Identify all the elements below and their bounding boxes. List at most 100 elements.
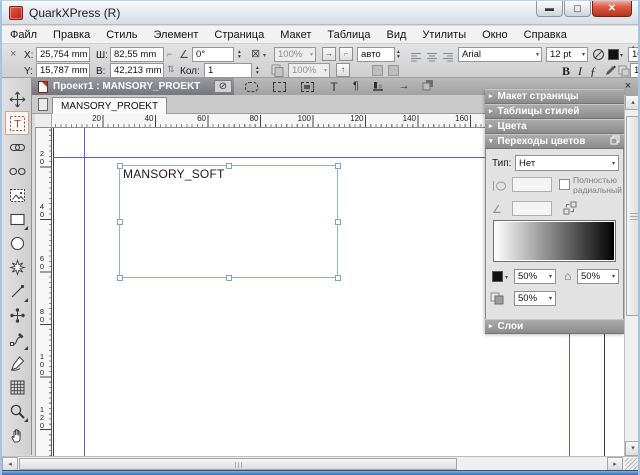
gradient-type-combo[interactable]: Нет▾ — [515, 155, 619, 171]
columns-field[interactable]: 1 — [204, 63, 252, 78]
unlinking-tool[interactable] — [5, 159, 29, 183]
linking-tool[interactable] — [5, 135, 29, 159]
menu-edit[interactable]: Правка — [45, 28, 98, 42]
rectangle-box-tool[interactable] — [5, 207, 29, 231]
shade1-combo[interactable]: 50%▾ — [514, 269, 556, 284]
shade3-combo[interactable]: 50%▾ — [514, 291, 556, 306]
box-scale-combo[interactable]: 100%▾ — [274, 47, 316, 62]
bezier-pen-tool[interactable] — [5, 327, 29, 351]
layout-tab[interactable]: MANSORY_PROEKT — [52, 97, 167, 114]
menu-help[interactable]: Справка — [516, 28, 575, 42]
selected-text-box[interactable]: MANSORY_SOFT — [119, 165, 338, 278]
scroll-down-button[interactable]: ▾ — [625, 441, 640, 456]
selection-handle-nw[interactable] — [117, 163, 123, 169]
selection-handle-se[interactable] — [335, 275, 341, 281]
menu-view[interactable]: Вид — [379, 28, 415, 42]
baseline-grid-button[interactable] — [369, 80, 387, 93]
section-layers[interactable]: ▸ Слои — [485, 319, 624, 334]
menu-style[interactable]: Стиль — [98, 28, 145, 42]
palette-handle-icon[interactable]: × — [10, 49, 16, 60]
panel-menu-icon[interactable] — [610, 135, 620, 148]
maximize-button[interactable]: ▢ — [564, 1, 591, 17]
selection-handle-w[interactable] — [117, 219, 123, 225]
menu-file[interactable]: Файл — [2, 28, 45, 42]
box-arrow-icon[interactable]: → — [322, 47, 336, 61]
view-scale-combo[interactable]: 100% — [630, 63, 640, 78]
align-right-icon[interactable] — [442, 49, 454, 67]
selection-handle-sw[interactable] — [117, 275, 123, 281]
section-gradients[interactable]: ▾ Переходы цветов — [485, 134, 624, 149]
font-size-combo[interactable]: 12 pt▾ — [546, 47, 588, 62]
scroll-up-button[interactable]: ▴ — [625, 95, 640, 110]
zoom-tool[interactable] — [5, 399, 29, 423]
picture-scale-combo[interactable]: 100%▾ — [288, 63, 330, 78]
horizontal-scroll-thumb[interactable] — [19, 458, 457, 470]
box-frame-dropdown-icon[interactable]: ▾ — [263, 53, 266, 59]
full-radial-checkbox[interactable] — [559, 179, 570, 190]
selection-handle-ne[interactable] — [335, 163, 341, 169]
gradient-color1-swatch[interactable] — [492, 271, 503, 282]
toolbar-overflow-icon[interactable]: ▴ — [632, 45, 635, 50]
leading-stepper[interactable]: ▴▾ — [397, 47, 400, 62]
leading-combo[interactable]: авто — [357, 47, 395, 62]
text-content-tool[interactable]: T — [5, 111, 29, 135]
paragraph-button[interactable]: ¶ — [347, 80, 365, 93]
selection-handle-n[interactable] — [226, 163, 232, 169]
table-tool[interactable] — [5, 375, 29, 399]
rotation-stepper[interactable]: ▴▾ — [238, 47, 241, 62]
height-field[interactable]: 42,213 mm — [110, 63, 164, 78]
text-box-content[interactable]: MANSORY_SOFT — [123, 167, 225, 181]
section-style-sheets[interactable]: ▸ Таблицы стилей — [485, 104, 624, 119]
no-content-mode-button[interactable]: ⊘ — [214, 80, 232, 93]
menu-item[interactable]: Элемент — [146, 28, 207, 42]
next-view-button[interactable]: → — [395, 80, 413, 93]
box-up-arrow-icon[interactable]: ↑ — [336, 63, 350, 77]
scroll-left-button[interactable]: ◂ — [2, 457, 18, 471]
menu-layout[interactable]: Макет — [272, 28, 319, 42]
italic-button[interactable]: I — [578, 65, 582, 77]
vertical-scrollbar[interactable]: ▴ ▾ — [624, 95, 640, 456]
rounded-textbox-button[interactable] — [242, 80, 260, 93]
starburst-tool[interactable] — [5, 255, 29, 279]
type-style-button[interactable]: ƒ — [590, 65, 596, 77]
menu-utilities[interactable]: Утилиты — [414, 28, 474, 42]
menu-table[interactable]: Таблица — [319, 28, 378, 42]
point-tool[interactable] — [5, 303, 29, 327]
layout-page-icon[interactable] — [38, 98, 48, 111]
close-button[interactable]: ✕ — [592, 1, 632, 17]
x-position-field[interactable]: 25,754 mm — [36, 47, 90, 62]
cascade-button[interactable] — [419, 80, 437, 93]
box-frame-icon[interactable]: ⊠ — [251, 49, 260, 60]
oval-box-tool[interactable] — [5, 231, 29, 255]
rotation-field[interactable]: 0° — [192, 47, 234, 62]
title-bar[interactable]: QuarkXPress (R) ▬ ▢ ✕ — [2, 1, 638, 25]
columns-stepper[interactable]: ▴▾ — [256, 63, 259, 78]
swap-colors-icon[interactable] — [563, 201, 577, 220]
text-color-swatch[interactable] — [608, 49, 619, 60]
text-mode-button[interactable]: T — [325, 80, 343, 93]
y-position-field[interactable]: 15,787 mm — [36, 63, 90, 78]
section-colors[interactable]: ▸ Цвета — [485, 119, 624, 134]
item-tool[interactable] — [5, 87, 29, 111]
vertical-scroll-thumb[interactable] — [626, 116, 640, 316]
align-center-icon[interactable] — [426, 49, 438, 67]
vertical-ruler[interactable]: 20 40 60 80 100 120 — [35, 128, 52, 456]
align-left-icon[interactable] — [410, 49, 422, 67]
width-field[interactable]: 82,55 mm — [110, 47, 164, 62]
textbox-button[interactable] — [270, 80, 288, 93]
radial-midpoint-field[interactable] — [512, 177, 552, 192]
box-corner-icon[interactable]: ⌐ — [339, 47, 353, 61]
scroll-right-button[interactable]: ▸ — [607, 457, 623, 471]
selection-handle-e[interactable] — [335, 219, 341, 225]
picturebox-button[interactable] — [298, 80, 316, 93]
menu-window[interactable]: Окно — [474, 28, 516, 42]
minimize-button[interactable]: ▬ — [536, 1, 563, 17]
flip-vertical-icon[interactable]: ⇅ — [167, 65, 175, 74]
menu-page[interactable]: Страница — [206, 28, 272, 42]
document-title-bar[interactable]: Проект1 : MANSORY_PROEKT — [32, 78, 234, 95]
selection-handle-s[interactable] — [226, 275, 232, 281]
color1-dropdown-icon[interactable]: ▾ — [505, 275, 508, 281]
section-page-layout[interactable]: ▸ Макет страницы — [485, 89, 624, 104]
text-color-dropdown-icon[interactable]: ▾ — [620, 53, 623, 59]
font-family-combo[interactable]: Arial▾ — [458, 47, 542, 62]
